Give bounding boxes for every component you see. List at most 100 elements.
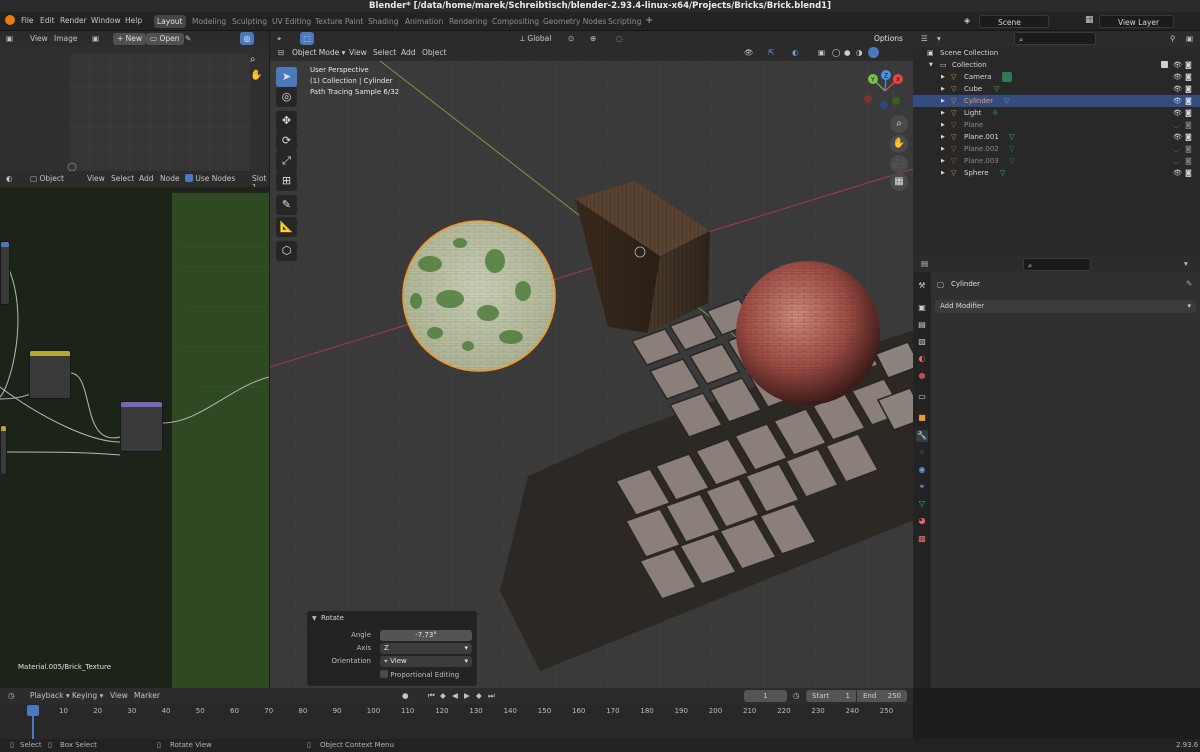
viewport-object-menu[interactable]: Object (422, 48, 446, 57)
blender-logo-icon[interactable] (5, 15, 15, 25)
outliner[interactable]: ☰ ▾ ⌕ ⚲ ▣ ▣ Scene Collection ▼ ▭ Collection… (913, 31, 1200, 256)
viewport-view-menu[interactable]: View (349, 48, 367, 57)
menu-window[interactable]: Window (91, 16, 121, 25)
properties-options-icon[interactable]: ▾ (1184, 259, 1188, 268)
outliner-item-cylinder[interactable]: ▶ ▽ Cylinder ▽ 👁 ◙ (913, 95, 1200, 107)
editor-type-icon[interactable]: ▣ (6, 34, 13, 43)
overlay-toggle-icon[interactable]: ◐ (792, 48, 799, 57)
plane-render-icon[interactable]: ◙ (1185, 119, 1192, 131)
tweak-select-icon[interactable]: ⬚ (300, 32, 314, 45)
node-displacement[interactable] (120, 401, 163, 452)
navigation-gizmo[interactable]: X Y Z (860, 69, 910, 113)
new-image-button[interactable]: + New (113, 33, 147, 45)
visibility-icon[interactable]: 👁 (744, 48, 754, 57)
light-visibility-icon[interactable]: 👁 (1173, 107, 1182, 119)
ortho-toggle-icon[interactable]: ▦ (890, 173, 908, 191)
node-object-dropdown[interactable]: ▢ Object (30, 174, 64, 183)
cube-visibility-icon[interactable]: 👁 (1173, 83, 1182, 95)
outliner-item-plane-002[interactable]: ▶ ▽ Plane.002 ▽ ◡ ◙ (913, 143, 1200, 155)
tab-rendering[interactable]: Rendering (446, 15, 490, 28)
node-editor[interactable]: ◐ ▢ Object View Select Add Node Use Node… (0, 171, 269, 688)
collection-tab-icon[interactable]: ▭ (916, 391, 928, 403)
menu-help[interactable]: Help (125, 16, 142, 25)
output-tab-icon[interactable]: ▤ (916, 319, 928, 331)
open-image-button[interactable]: ▭ Open (146, 33, 184, 45)
node-mix[interactable] (29, 350, 71, 399)
timeline[interactable]: ◷ Playback ▾ Keying ▾ View Marker ● ⏮ ◆ … (0, 688, 913, 739)
scene-field[interactable]: Scene (979, 15, 1049, 28)
node-add-menu[interactable]: Add (139, 174, 154, 183)
viewport-select-menu[interactable]: Select (373, 48, 396, 57)
rotate-panel-toggle-icon[interactable]: ▼ (312, 615, 317, 622)
outliner-item-plane[interactable]: ▶ ▽ Plane ◡ ◙ (913, 119, 1200, 131)
add-modifier-button[interactable]: Add Modifier ▾ (935, 300, 1196, 313)
zoom-view-icon[interactable]: ⌕ (890, 115, 908, 133)
expand-icon[interactable]: ▶ (941, 119, 945, 131)
tab-geometry-nodes[interactable]: Geometry Nodes (540, 15, 609, 28)
select-box-tool[interactable]: ➤ (276, 67, 297, 87)
use-nodes-checkbox[interactable]: Use Nodes (185, 174, 235, 183)
pin-icon[interactable]: ✎ (185, 34, 191, 43)
menu-render[interactable]: Render (60, 16, 87, 25)
outliner-display-mode-icon[interactable]: ▾ (937, 34, 941, 43)
outliner-item-plane-003[interactable]: ▶ ▽ Plane.003 ▽ ◡ ◙ (913, 155, 1200, 167)
measure-tool[interactable]: 📐 (276, 217, 297, 237)
collection-render-icon[interactable]: ◙ (1185, 59, 1192, 71)
viewport-editor-icon[interactable]: ⊟ (278, 48, 284, 57)
plane003-visibility-icon[interactable]: ◡ (1173, 155, 1179, 167)
tab-scripting[interactable]: Scripting (605, 15, 644, 28)
outliner-item-camera[interactable]: ▶ ▽ Camera 👁 ◙ (913, 71, 1200, 83)
pan-hand-icon[interactable]: ✋ (250, 70, 262, 81)
tab-compositing[interactable]: Compositing (489, 15, 542, 28)
object-mode-dropdown[interactable]: Object Mode ▾ (292, 48, 345, 57)
rotate-operator-panel[interactable]: ▼ Rotate Angle -7.73° Axis Z ▾ Orientatio… (307, 611, 477, 686)
outliner-collection[interactable]: ▼ ▭ Collection 👁 ◙ (913, 59, 1200, 71)
material-tab-icon[interactable]: ◕ (916, 515, 928, 527)
playhead[interactable] (27, 705, 39, 716)
collection-expand-icon[interactable]: ▼ (929, 59, 933, 71)
image-editor[interactable]: ▣ View Image ▣ + New ▭ Open ✎ ◎ ⌕ ✋ (0, 31, 269, 171)
add-cube-tool[interactable]: ⬡ (276, 241, 297, 261)
gizmo-toggle-icon[interactable]: ⇱ (768, 48, 774, 57)
plane-visibility-icon[interactable]: ◡ (1173, 119, 1179, 131)
transform-orientation-dropdown[interactable]: ⟂ Global (520, 34, 551, 44)
outliner-item-plane-001[interactable]: ▶ ▽ Plane.001 ▽ 👁 ◙ (913, 131, 1200, 143)
texture-tab-icon[interactable]: ▩ (916, 533, 928, 545)
outliner-scene-collection[interactable]: ▣ Scene Collection (913, 47, 1200, 59)
node-top-left[interactable] (0, 241, 10, 305)
shading-rendered-icon[interactable] (868, 47, 879, 58)
outliner-item-cube[interactable]: ▶ ▽ Cube ▽ 👁 ◙ (913, 83, 1200, 95)
cylinder-render-icon[interactable]: ◙ (1185, 95, 1192, 107)
options-dropdown[interactable]: Options (870, 33, 907, 45)
snap-icon[interactable]: ⊕ (590, 34, 596, 43)
view-layer-field[interactable]: View Layer (1099, 15, 1174, 28)
cursor-tool[interactable]: ◎ (276, 87, 297, 107)
render-tab-icon[interactable]: ▣ (916, 302, 928, 314)
properties-editor[interactable]: ▤ ⌕ ▾ ⚒ ▣ ▤ ▧ ◐ ● ▭ ■ 🔧 ⁘ ◉ ⚭ ▽ ◕ ▩ ▢ Cy… (913, 256, 1200, 688)
plane001-render-icon[interactable]: ◙ (1185, 131, 1192, 143)
object-tab-icon[interactable]: ■ (916, 412, 928, 424)
expand-icon[interactable]: ▶ (941, 107, 945, 119)
collection-checkbox[interactable] (1161, 61, 1168, 68)
world-tab-icon[interactable]: ● (916, 370, 928, 382)
xray-icon[interactable]: ▣ (818, 48, 825, 57)
rotate-tool[interactable]: ⟳ (276, 131, 297, 151)
plane002-render-icon[interactable]: ◙ (1185, 143, 1192, 155)
shading-wireframe-icon[interactable]: ◯ (832, 48, 840, 57)
scene-icon[interactable]: ◈ (964, 16, 970, 25)
orientation-dropdown[interactable]: ⌖ View ▾ (380, 656, 472, 667)
sphere-render-icon[interactable]: ◙ (1185, 167, 1192, 179)
node-left-bottom[interactable] (0, 425, 7, 475)
collection-visibility-icon[interactable]: 👁 (1173, 59, 1182, 71)
transform-tool[interactable]: ⊞ (276, 171, 297, 191)
tab-sculpting[interactable]: Sculpting (229, 15, 270, 28)
outliner-item-light[interactable]: ▶ ▽ Light ☼ 👁 ◙ (913, 107, 1200, 119)
tool-tab-icon[interactable]: ⚒ (916, 280, 928, 292)
expand-icon[interactable]: ▶ (941, 143, 945, 155)
modifier-tab-icon[interactable]: 🔧 (916, 430, 928, 442)
add-workspace-icon[interactable]: + (645, 15, 653, 26)
node-node-menu[interactable]: Node (160, 174, 180, 183)
camera-visibility-icon[interactable]: 👁 (1173, 71, 1182, 83)
sphere-visibility-icon[interactable]: 👁 (1173, 167, 1182, 179)
proportional-icon[interactable]: ◌ (616, 34, 623, 43)
